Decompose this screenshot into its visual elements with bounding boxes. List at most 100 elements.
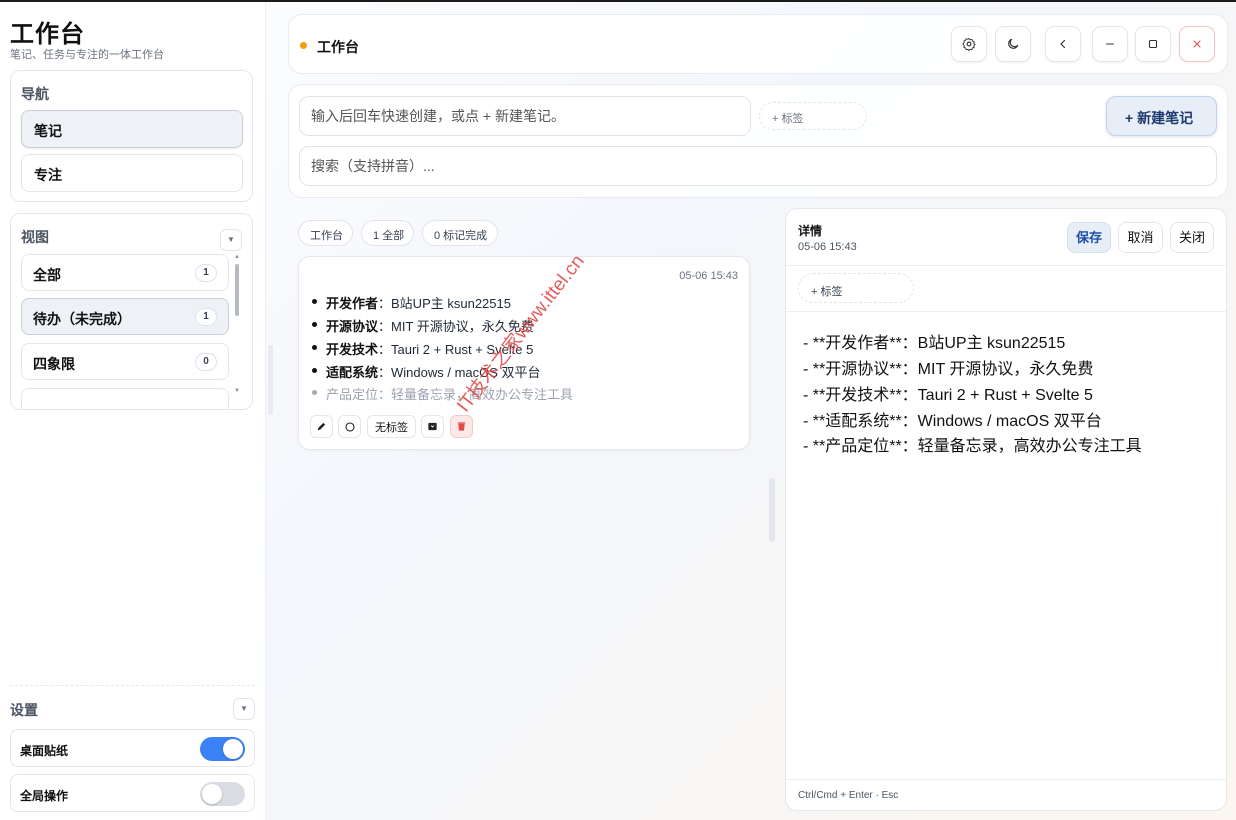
edit-button[interactable] [310, 415, 333, 438]
app-subtitle: 笔记、任务与专注的一体工作台 [10, 49, 164, 61]
view-item-label: 全部 [33, 267, 61, 283]
edit-icon [317, 422, 326, 431]
delete-button[interactable] [450, 415, 473, 438]
desktop-sticker-toggle[interactable] [200, 737, 245, 761]
back-button[interactable] [1045, 26, 1081, 62]
trash-icon [457, 422, 466, 431]
cancel-button[interactable]: 取消 [1118, 222, 1163, 253]
note-value: ：B站UP主 ksun22515 [378, 296, 511, 311]
quick-create-input[interactable] [299, 96, 751, 136]
minimize-icon [1105, 43, 1115, 45]
nav-item-focus[interactable]: 专注 [21, 154, 243, 192]
archive-icon [428, 422, 437, 431]
chip-all[interactable]: 1 全部 [361, 220, 414, 246]
maximize-button[interactable] [1135, 26, 1171, 62]
view-item-quadrant[interactable]: 四象限 0 [21, 343, 229, 380]
divider [786, 311, 1226, 312]
list-scrollbar[interactable] [769, 478, 775, 542]
note-key: 适配系统 [326, 365, 379, 380]
scroll-up-icon[interactable]: ▲ [234, 254, 240, 260]
add-tag-button[interactable]: + 标签 [759, 102, 867, 130]
nav-title: 导航 [21, 86, 49, 102]
setting-global-action: 全局操作 [10, 774, 255, 812]
chevron-left-icon [1060, 39, 1066, 49]
header-bar: 工作台 [288, 14, 1228, 74]
editor-line[interactable]: - **开发技术**：Tauri 2 + Rust + Svelte 5 [803, 381, 1093, 405]
note-time: 05-06 15:43 [679, 270, 738, 282]
settings-button[interactable] [951, 26, 987, 62]
editor-line[interactable]: - **开发作者**：B站UP主 ksun22515 [803, 329, 1065, 353]
sidebar: 工作台 笔记、任务与专注的一体工作台 导航 笔记 专注 视图 ▼ 全部 1 待办… [0, 2, 266, 820]
settings-divider [10, 685, 255, 686]
nav-panel: 导航 笔记 专注 [10, 70, 253, 202]
shortcut-hint: Ctrl/Cmd + Enter · Esc [798, 790, 899, 801]
detail-add-tag-button[interactable]: + 标签 [798, 273, 914, 303]
note-key: 开源协议 [326, 319, 379, 334]
close-icon [1193, 40, 1201, 48]
editor-line[interactable]: - **开源协议**：MIT 开源协议，永久免费 [803, 355, 1093, 379]
view-collapse-button[interactable]: ▼ [220, 229, 242, 251]
bullet [312, 345, 317, 350]
note-value: ：Windows / macOS 双平台 [378, 365, 541, 380]
view-scrollbar[interactable]: ▲ ▼ [234, 252, 240, 402]
settings-collapse-button[interactable]: ▼ [233, 698, 255, 720]
editor-line[interactable]: - **适配系统**：Windows / macOS 双平台 [803, 407, 1102, 431]
view-item-todo[interactable]: 待办（未完成） 1 [21, 298, 229, 335]
note-line: 开发作者：B站UP主 ksun22515 [326, 293, 511, 312]
view-panel: 视图 ▼ 全部 1 待办（未完成） 1 四象限 0 [10, 213, 253, 410]
setting-desktop-sticker: 桌面贴纸 [10, 729, 255, 767]
theme-button[interactable] [995, 26, 1031, 62]
no-tag-button[interactable]: 无标签 [367, 415, 416, 438]
global-action-toggle[interactable] [200, 782, 245, 806]
settings-icon [962, 37, 976, 51]
composer-card: + 标签 + 新建笔记 [288, 84, 1228, 198]
count-badge: 1 [195, 264, 217, 282]
minimize-button[interactable] [1092, 26, 1128, 62]
new-note-button[interactable]: + 新建笔记 [1106, 96, 1217, 136]
bullet [312, 368, 317, 373]
status-dot [300, 42, 307, 49]
moon-icon [1008, 38, 1019, 49]
bullet [312, 299, 317, 304]
view-title: 视图 [21, 229, 49, 245]
settings-title: 设置 [10, 702, 38, 718]
view-item-partial[interactable] [21, 388, 229, 409]
chip-workspace[interactable]: 工作台 [298, 220, 353, 246]
app-title: 工作台 [10, 21, 85, 48]
close-button[interactable] [1179, 26, 1215, 62]
note-key: 产品定位 [326, 387, 379, 402]
archive-button[interactable] [421, 415, 444, 438]
search-input[interactable] [299, 146, 1217, 186]
count-badge: 0 [195, 353, 217, 371]
scroll-down-icon[interactable]: ▼ [234, 388, 240, 394]
sidebar-resize-handle[interactable] [268, 345, 273, 415]
complete-toggle-button[interactable] [338, 415, 361, 438]
detail-time: 05-06 15:43 [798, 241, 857, 253]
nav-item-notes[interactable]: 笔记 [21, 110, 243, 148]
bullet [312, 322, 317, 327]
view-item-all[interactable]: 全部 1 [21, 254, 229, 291]
save-button[interactable]: 保存 [1067, 222, 1111, 253]
note-key: 开发作者 [326, 296, 379, 311]
chip-done[interactable]: 0 标记完成 [422, 220, 498, 246]
view-item-label: 待办（未完成） [33, 311, 131, 327]
divider [786, 265, 1226, 266]
maximize-icon [1148, 39, 1158, 49]
detail-title: 详情 [798, 224, 823, 238]
scroll-thumb[interactable] [235, 264, 239, 316]
header-title: 工作台 [317, 39, 359, 55]
bullet [312, 390, 317, 395]
note-key: 开发技术 [326, 342, 379, 357]
divider [786, 779, 1226, 780]
setting-label: 桌面贴纸 [20, 744, 69, 758]
circle-icon [344, 421, 355, 432]
detail-panel: 详情 05-06 15:43 保存 取消 关闭 + 标签 - **开发作者**：… [785, 208, 1227, 811]
toggle-knob [223, 739, 243, 759]
close-detail-button[interactable]: 关闭 [1170, 222, 1214, 253]
editor-line[interactable]: - **产品定位**：轻量备忘录，高效办公专注工具 [803, 432, 1142, 456]
view-item-label: 四象限 [33, 356, 75, 372]
note-card[interactable]: 05-06 15:43 开发作者：B站UP主 ksun22515 开源协议：MI… [298, 256, 750, 450]
setting-label: 全局操作 [20, 789, 69, 803]
count-badge: 1 [195, 308, 217, 326]
toggle-knob [202, 784, 222, 804]
